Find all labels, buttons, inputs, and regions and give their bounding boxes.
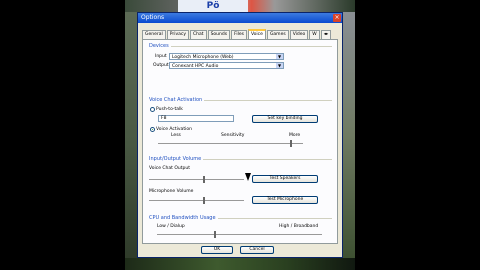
sensitivity-more-label: More <box>289 133 301 138</box>
sensitivity-label: Sensitivity <box>221 133 245 138</box>
video-letterbox-left <box>0 0 125 270</box>
voice-settings-panel: Devices Input Logitech Microphone (Web) … <box>142 39 338 244</box>
test-speakers-button[interactable]: Test Speakers <box>252 175 318 183</box>
push-to-talk-key-field[interactable]: F8 <box>158 115 234 122</box>
sensitivity-slider-thumb[interactable] <box>290 140 293 147</box>
bandwidth-high-label: High / Broadband <box>279 224 319 229</box>
output-label: Output <box>153 63 169 68</box>
video-letterbox-right <box>355 0 480 270</box>
input-device-value: Logitech Microphone (Web) <box>172 55 234 60</box>
tab-games[interactable]: Games <box>266 30 289 39</box>
voice-chat-output-label: Voice Chat Output <box>149 166 190 171</box>
mouse-cursor-icon <box>245 173 251 181</box>
push-to-talk-label: Push-to-talk <box>156 107 183 112</box>
microphone-volume-thumb[interactable] <box>203 197 206 204</box>
test-microphone-button[interactable]: Test Microphone <box>252 196 318 204</box>
tab-scroll-arrows[interactable]: ◂▸ <box>320 30 332 39</box>
chevron-down-icon[interactable]: ▼ <box>276 63 283 68</box>
ok-button[interactable]: OK <box>201 246 233 254</box>
output-volume-track[interactable] <box>149 179 244 180</box>
tab-video[interactable]: Video <box>289 30 309 39</box>
cancel-button[interactable]: Cancel <box>240 246 274 254</box>
input-label: Input <box>155 54 167 59</box>
dialog-titlebar[interactable]: Options × <box>138 13 342 23</box>
bandwidth-group: CPU and Bandwidth Usage Low / Dialup Hig… <box>149 215 332 240</box>
desktop-background-left <box>125 12 137 258</box>
options-dialog: Options × General Privacy Chat Sounds Fi… <box>137 12 343 258</box>
bandwidth-slider-track[interactable] <box>157 234 322 235</box>
chevron-down-icon[interactable]: ▼ <box>276 54 283 59</box>
output-device-select[interactable]: Conexant HPC Audio ▼ <box>169 62 284 69</box>
io-volume-heading: Input/Output Volume <box>149 156 204 162</box>
tab-chat[interactable]: Chat <box>190 30 207 39</box>
devices-group: Devices Input Logitech Microphone (Web) … <box>149 43 332 76</box>
tab-overflow[interactable]: W <box>309 30 320 39</box>
close-button[interactable]: × <box>333 14 341 22</box>
bandwidth-low-label: Low / Dialup <box>157 224 185 229</box>
tab-strip: General Privacy Chat Sounds Files Voice … <box>142 29 332 40</box>
desktop-background-right <box>343 12 355 258</box>
tab-privacy[interactable]: Privacy <box>166 30 190 39</box>
tab-general[interactable]: General <box>142 30 166 39</box>
voice-activation-heading: Voice Chat Activation <box>149 97 205 103</box>
voice-activation-radio[interactable] <box>150 127 155 132</box>
io-volume-group: Input/Output Volume Voice Chat Output Te… <box>149 156 332 209</box>
set-key-binding-button[interactable]: Set key binding <box>252 115 318 123</box>
tab-sounds[interactable]: Sounds <box>207 30 231 39</box>
voice-activation-label: Voice Activation <box>156 127 192 132</box>
sensitivity-less-label: Less <box>171 133 181 138</box>
bandwidth-slider-thumb[interactable] <box>213 231 216 238</box>
dialog-title: Options <box>141 14 165 21</box>
tab-files[interactable]: Files <box>231 30 247 39</box>
bandwidth-heading: CPU and Bandwidth Usage <box>149 215 218 221</box>
sensitivity-slider-track[interactable] <box>158 143 303 144</box>
background-ad-text: Pö <box>178 0 248 12</box>
microphone-volume-label: Microphone Volume <box>149 189 194 194</box>
push-to-talk-radio[interactable] <box>150 107 155 112</box>
voice-activation-group: Voice Chat Activation Push-to-talk F8 Se… <box>149 97 332 150</box>
output-volume-thumb[interactable] <box>203 176 206 183</box>
input-device-select[interactable]: Logitech Microphone (Web) ▼ <box>169 53 284 60</box>
devices-heading: Devices <box>149 43 171 49</box>
microphone-volume-track[interactable] <box>149 200 244 201</box>
output-device-value: Conexant HPC Audio <box>172 64 219 69</box>
desktop-background-bottom <box>125 258 355 270</box>
